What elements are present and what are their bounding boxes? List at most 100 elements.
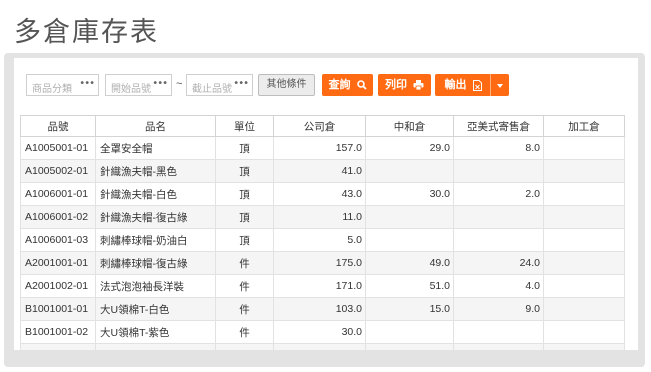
export-dropdown-toggle[interactable] [490,74,509,96]
item-name-cell: 刺繡棒球帽-復古綠 [95,251,216,275]
item-name-text: 大U領棉T-紫色 [100,326,170,339]
zhonghe-qty-cell: 29.0 [365,136,454,160]
company-qty-cell: 39.0 [273,343,366,350]
processing-qty-cell [543,182,625,206]
item-name-text: 刺繡棒球帽-奶油白 [100,234,188,247]
table-row[interactable]: B1001001-02 大U領棉T-紫色 件 30.0 [20,320,625,344]
item-name-text: 刺繡棒球帽-復古綠 [100,257,188,270]
zhonghe-qty-cell [365,228,454,252]
zhonghe-qty-cell: 30.0 [365,182,454,206]
from-item-placeholder: 開始品號 [111,84,151,95]
unit-cell: 頂 [215,159,274,183]
item-name-text: 小清新朱仔日落透 [100,348,184,351]
unit-cell: 頂 [215,182,274,206]
ellipsis-icon: ••• [79,78,95,89]
company-qty-cell: 41.0 [273,159,366,183]
processing-qty-cell [543,205,625,229]
category-select[interactable]: 商品分類 ••• [26,74,99,96]
item-code-cell: A1006001-01 [20,182,96,206]
search-icon [356,80,367,90]
item-name-text: 針織漁夫帽-黑色 [100,165,177,178]
inventory-table: 品號 品名 單位 公司倉 中和倉 亞美式寄售倉 加工倉 A1005001-01 全… [20,115,625,350]
zhonghe-qty-cell [365,320,454,344]
processing-qty-cell [543,343,625,350]
category-placeholder: 商品分類 [32,84,72,95]
consignment-qty-cell [453,320,544,344]
ellipsis-icon: ••• [233,78,249,89]
company-qty-cell: 30.0 [273,320,366,344]
print-button[interactable]: 列印 [378,74,431,96]
column-header-code[interactable]: 品號 [20,115,96,137]
ellipsis-icon: ••• [152,78,168,89]
table-row[interactable]: A1005001-01 全罩安全帽 頂 157.0 29.0 8.0 [20,136,625,160]
processing-qty-cell [543,251,625,275]
file-export-icon [472,79,482,91]
to-item-placeholder: 截止品號 [192,84,232,95]
item-name-cell: 針織漁夫帽-白色 [95,182,216,206]
column-header-zhonghe-warehouse[interactable]: 中和倉 [365,115,454,137]
report-card: 商品分類 ••• 開始品號 ••• ~ 截止品號 ••• 其他條件 查詢 列印 [14,58,638,350]
table-row[interactable]: A2001002-01 法式泡泡袖長洋裝 件 171.0 51.0 4.0 [20,274,625,298]
table-row[interactable]: A1006001-02 針織漁夫帽-復古綠 頂 11.0 [20,205,625,229]
item-code-cell: A1006001-02 [20,205,96,229]
column-header-company-warehouse[interactable]: 公司倉 [273,115,366,137]
company-qty-cell: 175.0 [273,251,366,275]
table-row[interactable]: A2001001-01 刺繡棒球帽-復古綠 件 175.0 49.0 24.0 [20,251,625,275]
table-row[interactable]: A1006001-01 針織漁夫帽-白色 頂 43.0 30.0 2.0 [20,182,625,206]
print-label: 列印 [384,79,407,92]
item-code-cell: B1001001-01 [20,297,96,321]
printer-icon [413,80,424,91]
table-row[interactable]: A1005002-01 針織漁夫帽-黑色 頂 41.0 [20,159,625,183]
unit-cell: 頂 [215,136,274,160]
item-code-cell: B1001001-02 [20,320,96,344]
export-label: 輸出 [444,79,467,92]
processing-qty-cell [543,274,625,298]
item-code-cell: A2001002-01 [20,274,96,298]
consignment-qty-cell: 24.0 [453,251,544,275]
item-name-cell: 全罩安全帽 [95,136,216,160]
item-name-text: 針織漁夫帽-復古綠 [100,211,188,224]
export-button[interactable]: 輸出 [435,74,509,96]
processing-qty-cell [543,136,625,160]
item-name-cell: 大U領棉T-紫色 [95,320,216,344]
zhonghe-qty-cell: 15.0 [365,297,454,321]
zhonghe-qty-cell: 51.0 [365,274,454,298]
zhonghe-qty-cell [365,205,454,229]
table-row[interactable]: B1001001-03 小清新朱仔日落透 件39.0 [20,343,625,351]
company-qty-cell: 5.0 [273,228,366,252]
unit-cell: 件 [215,297,274,321]
from-item-field[interactable]: 開始品號 ••• [105,74,172,96]
table-row[interactable]: B1001001-01 大U領棉T-白色 件 103.0 15.0 9.0 [20,297,625,321]
table-row[interactable]: A1006001-03 刺繡棒球帽-奶油白 頂 5.0 [20,228,625,252]
zhonghe-qty-cell [365,343,454,350]
item-name-text: 法式泡泡袖長洋裝 [100,280,184,293]
consignment-qty-cell [453,343,544,350]
consignment-qty-cell: 9.0 [453,297,544,321]
column-header-name[interactable]: 品名 [95,115,216,137]
column-header-unit[interactable]: 單位 [215,115,274,137]
item-name-text: 大U領棉T-白色 [100,303,170,316]
processing-qty-cell [543,159,625,183]
other-conditions-button[interactable]: 其他條件 [258,74,315,96]
query-button[interactable]: 查詢 [322,74,373,96]
zhonghe-qty-cell: 49.0 [365,251,454,275]
processing-qty-cell [543,297,625,321]
column-header-consignment-warehouse[interactable]: 亞美式寄售倉 [453,115,544,137]
query-label: 查詢 [328,79,351,92]
item-name-cell: 法式泡泡袖長洋裝 [95,274,216,298]
unit-cell: 件 [215,251,274,275]
zhonghe-qty-cell [365,159,454,183]
processing-qty-cell [543,320,625,344]
consignment-qty-cell [453,228,544,252]
consignment-qty-cell [453,205,544,229]
company-qty-cell: 43.0 [273,182,366,206]
item-name-cell: 大U領棉T-白色 [95,297,216,321]
item-code-cell: A2001001-01 [20,251,96,275]
column-header-processing-warehouse[interactable]: 加工倉 [543,115,625,137]
unit-cell: 頂 [215,228,274,252]
consignment-qty-cell: 8.0 [453,136,544,160]
to-item-field[interactable]: 截止品號 ••• [186,74,253,96]
range-separator: ~ [176,78,183,90]
company-qty-cell: 171.0 [273,274,366,298]
filter-toolbar: 商品分類 ••• 開始品號 ••• ~ 截止品號 ••• 其他條件 查詢 列印 [14,58,638,108]
